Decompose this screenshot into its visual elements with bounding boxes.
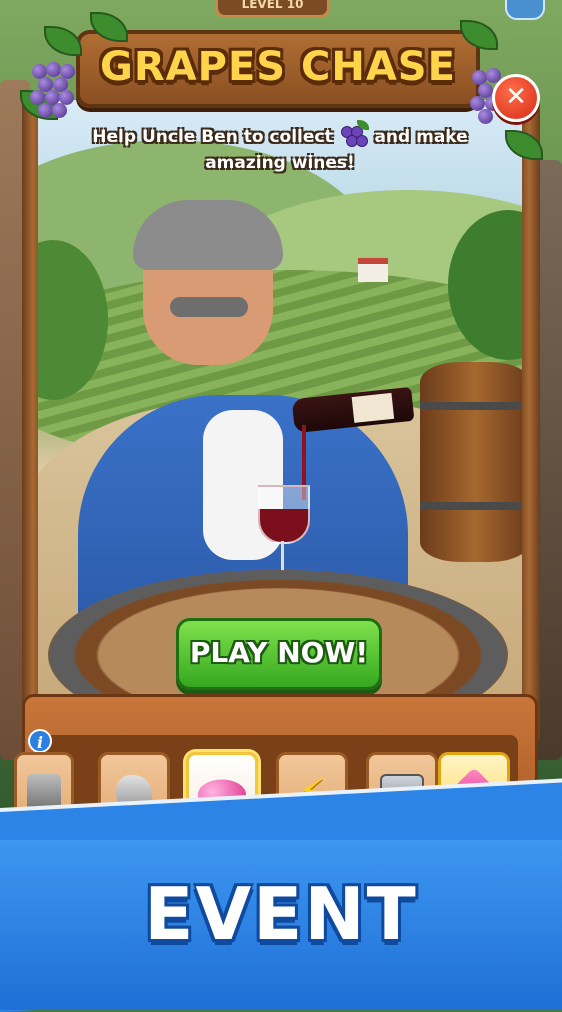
uncle-ben-character bbox=[68, 200, 438, 665]
subtitle-text: Help Uncle Ben to collect bbox=[92, 127, 333, 147]
title-board: GRAPES CHASE bbox=[76, 30, 480, 108]
mustache bbox=[170, 297, 248, 317]
grape-icon bbox=[339, 120, 369, 148]
close-button[interactable]: ✕ bbox=[492, 74, 540, 122]
grapes-icon bbox=[28, 60, 76, 118]
play-now-button[interactable]: PLAY NOW! bbox=[176, 618, 382, 690]
wine-glass bbox=[258, 485, 310, 544]
level-tab: LEVEL 10 bbox=[215, 0, 330, 18]
close-icon: ✕ bbox=[505, 82, 527, 112]
popup-title: GRAPES CHASE bbox=[100, 44, 456, 90]
hair bbox=[133, 200, 283, 270]
popup-subtitle: Help Uncle Ben to collect and make amazi… bbox=[90, 120, 470, 176]
settings-icon[interactable] bbox=[505, 0, 545, 20]
info-button[interactable]: i bbox=[28, 729, 52, 753]
wine-bottle bbox=[291, 386, 415, 434]
event-label: EVENT bbox=[144, 872, 418, 956]
